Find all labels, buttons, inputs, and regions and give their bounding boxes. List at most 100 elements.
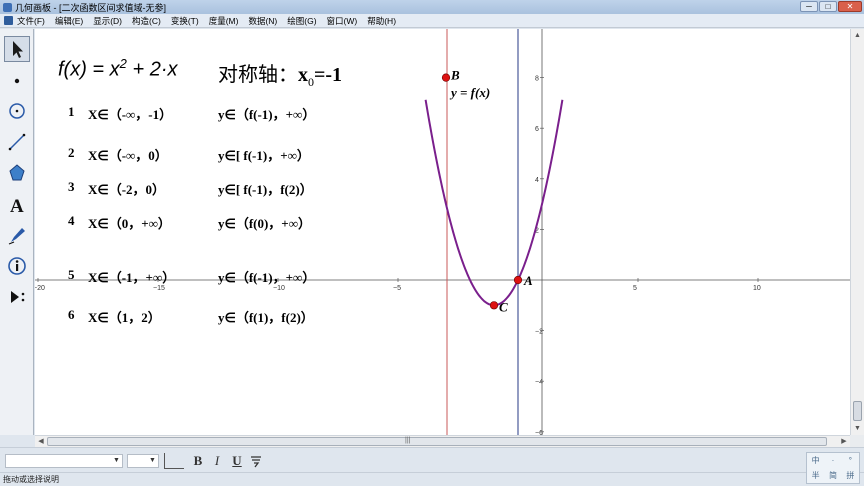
- italic-button[interactable]: I: [209, 453, 225, 469]
- marker-tool[interactable]: [4, 222, 30, 248]
- domain-interval[interactable]: X∈（-∞，0）: [88, 145, 168, 164]
- x-tick-label: −20: [35, 285, 45, 292]
- marker-icon: [8, 228, 25, 245]
- font-family-select[interactable]: ▼: [5, 454, 123, 468]
- ime-language-bar[interactable]: 中 · ° 半 简 拼: [806, 452, 860, 484]
- point-label-a[interactable]: A: [523, 273, 533, 288]
- range-interval[interactable]: y∈（f(1)，f(2)）: [218, 307, 314, 326]
- point-label-b[interactable]: B: [450, 68, 460, 83]
- function-expression[interactable]: f(x) = x2 + 2·x: [58, 56, 177, 82]
- scroll-corner: [850, 435, 864, 447]
- menu-transform[interactable]: 变换(T): [171, 15, 199, 27]
- statement-number[interactable]: 6: [68, 307, 75, 323]
- x-tick-label: −5: [393, 285, 401, 292]
- information-tool[interactable]: [4, 253, 30, 279]
- ime-halfwidth[interactable]: 半: [807, 468, 824, 483]
- vertical-scroll-thumb[interactable]: [853, 401, 862, 421]
- underline-button[interactable]: U: [229, 453, 245, 469]
- menu-help[interactable]: 帮助(H): [367, 15, 396, 27]
- scroll-left-arrow[interactable]: ◀: [35, 436, 47, 447]
- math-format-icon: [251, 456, 261, 468]
- vertical-scrollbar[interactable]: ▲ ▼: [850, 29, 864, 435]
- custom-tools[interactable]: [4, 284, 30, 310]
- coordinate-graph: −20 −15 −10 −5 5 10 8642−2−4−6 ABC y = f(x): [35, 29, 850, 435]
- straightedge-tool[interactable]: [4, 129, 30, 155]
- text-color-picker[interactable]: [164, 453, 184, 469]
- text-icon: A: [10, 196, 24, 215]
- y-tick-label: 4: [535, 177, 539, 184]
- menu-file[interactable]: 文件(F): [17, 15, 45, 27]
- range-interval[interactable]: y∈[ f(-1)，+∞）: [218, 145, 310, 164]
- ime-simplified[interactable]: 简: [824, 468, 841, 483]
- compass-tool[interactable]: [4, 98, 30, 124]
- ime-symbol[interactable]: °: [842, 453, 859, 468]
- graph-label: y = f(x): [449, 85, 490, 100]
- polygon-tool[interactable]: [4, 160, 30, 186]
- app-icon: [3, 2, 12, 12]
- point-c[interactable]: [489, 301, 499, 310]
- ime-pinyin[interactable]: 拼: [842, 468, 859, 483]
- font-size-select[interactable]: ▼: [127, 454, 159, 468]
- point-icon: [14, 78, 20, 84]
- minimize-button[interactable]: ─: [800, 1, 818, 12]
- point-a[interactable]: [513, 275, 523, 285]
- horizontal-scrollbar[interactable]: ◀ ||| ▶: [35, 435, 850, 447]
- range-interval[interactable]: y∈（f(-1)，+∞）: [218, 267, 315, 286]
- scroll-right-arrow[interactable]: ▶: [838, 436, 850, 447]
- domain-interval[interactable]: X∈（-∞，-1）: [88, 104, 172, 123]
- status-bar: 拖动或选择说明: [0, 472, 864, 486]
- x-tick-label: −15: [153, 285, 165, 292]
- info-icon: [8, 257, 26, 275]
- statement-number[interactable]: 1: [68, 104, 75, 120]
- point-b[interactable]: [441, 73, 451, 82]
- point-label-c[interactable]: C: [499, 299, 508, 314]
- play-tools-icon: [11, 291, 25, 303]
- arrow-select-tool[interactable]: [4, 36, 30, 62]
- domain-interval[interactable]: X∈（-1，+∞）: [88, 267, 175, 286]
- sketch-canvas[interactable]: −20 −15 −10 −5 5 10 8 6 4 2 −2 −4 −6 ABC y = f(x) f…: [35, 29, 850, 435]
- line-icon: [8, 133, 26, 151]
- text-tool[interactable]: A: [4, 191, 30, 217]
- horizontal-scroll-thumb[interactable]: |||: [47, 437, 827, 446]
- ime-punct[interactable]: ·: [824, 453, 841, 468]
- menu-construct[interactable]: 构造(C): [132, 15, 161, 27]
- domain-interval[interactable]: X∈（0，+∞）: [88, 213, 171, 232]
- range-interval[interactable]: y∈（f(0)，+∞）: [218, 213, 311, 232]
- math-format-button[interactable]: [248, 453, 264, 469]
- bold-button[interactable]: B: [190, 453, 206, 469]
- scroll-grip-icon: |||: [405, 437, 411, 444]
- x-tick-label: 10: [753, 285, 761, 292]
- statement-number[interactable]: 5: [68, 267, 75, 283]
- point-tool[interactable]: [4, 67, 30, 93]
- axis-of-symmetry-text[interactable]: 对称轴：x0=-1: [218, 58, 342, 90]
- close-button[interactable]: ✕: [838, 1, 862, 12]
- y-tick-label: 8: [535, 76, 539, 83]
- statement-number[interactable]: 3: [68, 179, 75, 195]
- chevron-down-icon: ▼: [149, 457, 156, 464]
- svg-text:A: A: [10, 196, 24, 215]
- document-icon[interactable]: [4, 16, 13, 25]
- ime-chinese-toggle[interactable]: 中: [807, 453, 824, 468]
- menu-window[interactable]: 窗口(W): [327, 15, 358, 27]
- y-tick-label: 6: [535, 126, 539, 133]
- maximize-button[interactable]: □: [819, 1, 837, 12]
- scroll-down-arrow[interactable]: ▼: [851, 422, 864, 435]
- domain-interval[interactable]: X∈（-2，0）: [88, 179, 165, 198]
- x-tick-label: 5: [633, 285, 637, 292]
- scroll-up-arrow[interactable]: ▲: [851, 29, 864, 42]
- menu-measure[interactable]: 度量(M): [209, 15, 239, 27]
- window-title: 几何画板 - [二次函数区间求值域-无参]: [15, 2, 166, 13]
- toolbox: A: [0, 29, 34, 435]
- arrow-icon: [13, 41, 23, 58]
- menu-edit[interactable]: 编辑(E): [55, 15, 83, 27]
- menu-display[interactable]: 显示(D): [93, 15, 122, 27]
- domain-interval[interactable]: X∈（1，2）: [88, 307, 161, 326]
- statement-number[interactable]: 4: [68, 213, 75, 229]
- menu-data[interactable]: 数据(N): [248, 15, 277, 27]
- chevron-down-icon: ▼: [113, 457, 120, 464]
- range-interval[interactable]: y∈（f(-1)，+∞）: [218, 104, 315, 123]
- circle-icon: [9, 103, 25, 119]
- statement-number[interactable]: 2: [68, 145, 75, 161]
- range-interval[interactable]: y∈[ f(-1)，f(2)）: [218, 179, 313, 198]
- menu-graph[interactable]: 绘图(G): [287, 15, 316, 27]
